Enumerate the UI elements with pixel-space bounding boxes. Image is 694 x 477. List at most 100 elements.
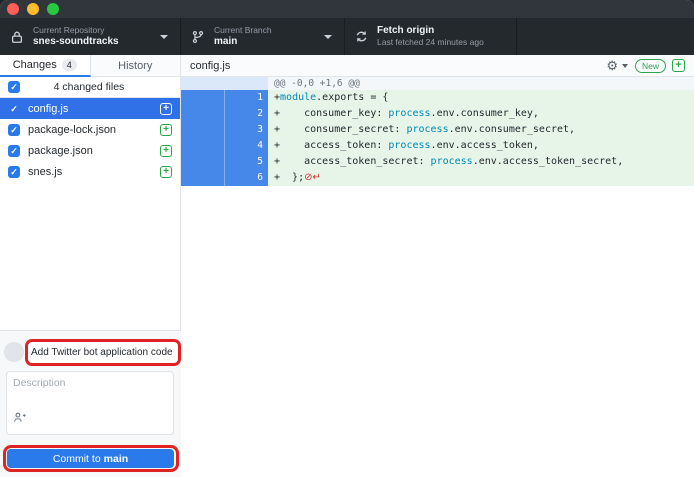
code-token: + access_token_secret: xyxy=(274,156,431,167)
commit-summary-input[interactable] xyxy=(31,347,175,358)
chevron-down-icon xyxy=(160,35,168,39)
file-name: config.js xyxy=(28,103,152,115)
code-token: process xyxy=(388,140,430,151)
new-line-number: 1 xyxy=(225,90,268,106)
file-name: snes.js xyxy=(28,166,152,178)
gear-icon[interactable]: ⚙ xyxy=(606,59,618,72)
diff-code-line: + access_token_secret: process.env.acces… xyxy=(268,154,694,170)
code-token: process xyxy=(431,156,473,167)
file-include-checkbox[interactable]: ✓ xyxy=(8,145,20,157)
current-branch-label: Current Branch xyxy=(214,25,272,36)
file-row[interactable]: ✓package.json+ xyxy=(0,140,180,161)
diff-code-line: + access_token: process.env.access_token… xyxy=(268,138,694,154)
tab-history[interactable]: History xyxy=(91,55,181,77)
file-row[interactable]: ✓ config.js + xyxy=(0,98,180,119)
code-token: .env.access_token_secret, xyxy=(473,156,624,167)
code-token: process xyxy=(388,108,430,119)
diff-line-gutter[interactable]: 6 xyxy=(181,170,268,186)
diff-file-name: config.js xyxy=(190,60,606,72)
diff-line: 3+ consumer_secret: process.env.consumer… xyxy=(181,122,694,138)
git-branch-icon xyxy=(191,30,205,44)
file-status-new-badge: New xyxy=(635,59,666,73)
code-token: + access_token: xyxy=(274,140,388,151)
current-branch-name: main xyxy=(214,36,272,49)
diff-code-line: + };⊘↵ xyxy=(268,170,694,186)
minimize-window-button[interactable] xyxy=(27,3,39,15)
diff-body: 1+module.exports = {2+ consumer_key: pro… xyxy=(181,90,694,186)
chevron-down-icon xyxy=(324,35,332,39)
code-token: + }; xyxy=(274,172,304,183)
fetch-origin-label: Fetch origin xyxy=(377,25,484,38)
diff-line-gutter[interactable]: 4 xyxy=(181,138,268,154)
diff-line: 4+ access_token: process.env.access_toke… xyxy=(181,138,694,154)
titlebar xyxy=(0,0,694,18)
new-line-number: 5 xyxy=(225,154,268,170)
old-line-number xyxy=(181,138,225,154)
diff-line: 1+module.exports = { xyxy=(181,90,694,106)
diff-code-line: +module.exports = { xyxy=(268,90,694,106)
close-window-button[interactable] xyxy=(7,3,19,15)
code-token: + consumer_secret: xyxy=(274,124,406,135)
changed-file-list: ✓config.js+✓package-lock.json+✓package.j… xyxy=(0,98,180,182)
commit-description-input[interactable] xyxy=(7,372,173,414)
code-token: + consumer_key: xyxy=(274,108,388,119)
file-include-checkbox[interactable]: ✓ xyxy=(8,124,20,136)
current-repository-name: snes-soundtracks xyxy=(33,36,119,49)
chevron-down-icon[interactable] xyxy=(622,64,628,68)
old-line-number xyxy=(181,90,225,106)
fetch-status-text: Last fetched 24 minutes ago xyxy=(377,37,484,48)
diff-line-gutter[interactable]: 3 xyxy=(181,122,268,138)
toolbar-spacer xyxy=(517,18,694,55)
commit-form: Commit to main xyxy=(0,330,181,477)
lock-icon xyxy=(10,30,24,44)
diff-line: 5+ access_token_secret: process.env.acce… xyxy=(181,154,694,170)
changes-count-badge: 4 xyxy=(62,59,77,71)
current-repository-label: Current Repository xyxy=(33,25,119,36)
avatar xyxy=(4,342,24,362)
old-line-number xyxy=(181,122,225,138)
changed-files-summary-row: ✓ 4 changed files xyxy=(0,77,180,98)
add-coauthor-icon[interactable] xyxy=(13,411,26,429)
file-include-checkbox[interactable]: ✓ xyxy=(8,103,20,115)
new-line-number: 2 xyxy=(225,106,268,122)
file-added-icon: + xyxy=(160,124,172,136)
diff-panel: config.js ⚙ New + @@ -0,0 +1,6 @@ 1+modu… xyxy=(181,55,694,477)
file-include-checkbox[interactable]: ✓ xyxy=(8,166,20,178)
diff-code-line: + consumer_secret: process.env.consumer_… xyxy=(268,122,694,138)
annotation-highlight-commit-button xyxy=(3,445,179,472)
annotation-highlight-summary xyxy=(25,339,181,366)
tab-history-label: History xyxy=(118,60,152,72)
new-line-number: 6 xyxy=(225,170,268,186)
diff-code-line: + consumer_key: process.env.consumer_key… xyxy=(268,106,694,122)
current-branch-dropdown[interactable]: Current Branch main xyxy=(181,18,345,55)
old-line-number xyxy=(181,154,225,170)
sync-icon xyxy=(355,30,368,43)
old-line-number xyxy=(181,170,225,186)
file-added-icon: + xyxy=(160,103,172,115)
fetch-origin-button[interactable]: Fetch origin Last fetched 24 minutes ago xyxy=(345,18,517,55)
diff-line-gutter[interactable]: 2 xyxy=(181,106,268,122)
sidebar-tabs: Changes 4 History xyxy=(0,55,180,77)
file-added-icon: + xyxy=(160,166,172,178)
file-added-icon: + xyxy=(160,145,172,157)
hunk-header-text: @@ -0,0 +1,6 @@ xyxy=(268,77,694,90)
file-added-icon: + xyxy=(672,59,685,72)
diff-line-gutter[interactable]: 1 xyxy=(181,90,268,106)
new-line-number: 3 xyxy=(225,122,268,138)
file-row[interactable]: ✓ snes.js + xyxy=(0,161,180,182)
tab-changes[interactable]: Changes 4 xyxy=(0,55,91,77)
diff-line: 2+ consumer_key: process.env.consumer_ke… xyxy=(181,106,694,122)
commit-description-box xyxy=(6,371,174,435)
file-row[interactable]: ✓package-lock.json+ xyxy=(0,119,180,140)
diff-line-gutter[interactable]: 5 xyxy=(181,154,268,170)
include-all-checkbox[interactable]: ✓ xyxy=(8,81,20,93)
github-desktop-window: Current Repository snes-soundtracks Curr… xyxy=(0,0,694,477)
code-token: module xyxy=(280,92,316,103)
diff-header: config.js ⚙ New + xyxy=(181,55,694,77)
tab-changes-label: Changes xyxy=(13,59,57,71)
hunk-gutter xyxy=(181,77,268,90)
zoom-window-button[interactable] xyxy=(47,3,59,15)
code-token: .env.consumer_key, xyxy=(431,108,539,119)
no-newline-icon: ⊘↵ xyxy=(304,172,321,183)
current-repository-dropdown[interactable]: Current Repository snes-soundtracks xyxy=(0,18,181,55)
